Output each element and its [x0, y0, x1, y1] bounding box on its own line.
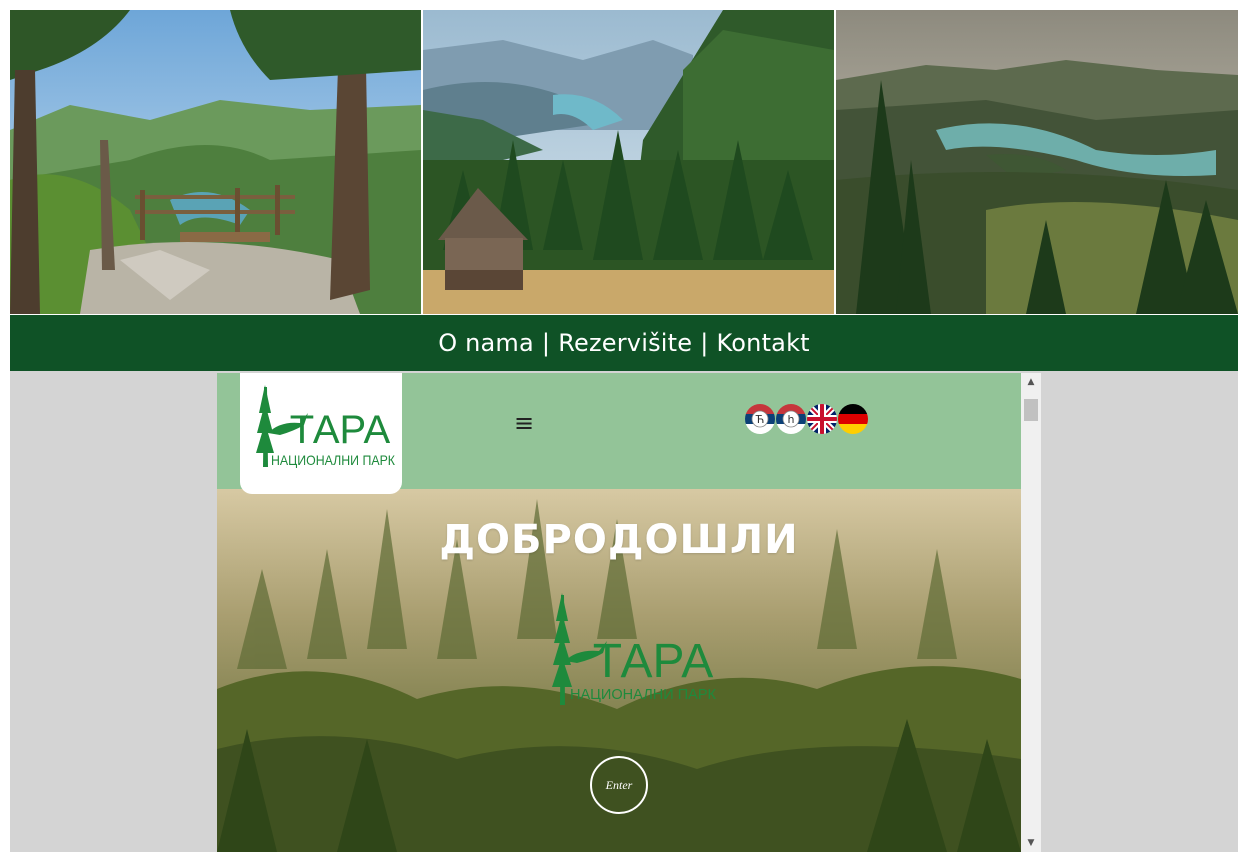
nav-link-reserve[interactable]: Rezervišite — [558, 329, 692, 357]
nav-link-contact[interactable]: Kontakt — [717, 329, 810, 357]
nav-link-about[interactable]: O nama — [438, 329, 534, 357]
serbian-cyrillic-flag-icon[interactable]: Ћ — [745, 404, 775, 434]
hero-section: ДОБРОДОШЛИ ТАРА НАЦИОНАЛНИ ПАРК Enter — [217, 489, 1021, 852]
hero-title: ДОБРОДОШЛИ — [439, 517, 799, 563]
uk-flag-icon[interactable] — [807, 404, 837, 434]
language-switcher: Ћ h — [745, 404, 868, 434]
logo-subtitle: НАЦИОНАЛНИ ПАРК — [271, 452, 396, 468]
german-flag-icon[interactable] — [838, 404, 868, 434]
embedded-site-frame: ≡ Ћ h ТАРА НАЦИОНАЛНИ ПАРК ДОБРОДОШЛИ ТА… — [217, 373, 1041, 852]
flag-badge: Ћ — [755, 413, 765, 426]
photo-viewpoint — [10, 10, 421, 314]
logo-title: ТАРА — [290, 408, 391, 452]
scroll-down-arrow-icon[interactable]: ▼ — [1021, 834, 1041, 852]
page: O nama | Rezervišite | Kontakt ≡ Ћ h ТАР… — [0, 0, 1238, 852]
nav-separator: | — [700, 329, 709, 357]
enter-button[interactable]: Enter — [590, 756, 648, 814]
vertical-scrollbar[interactable]: ▲ ▼ — [1021, 373, 1041, 852]
hero-logo: ТАРА НАЦИОНАЛНИ ПАРК — [552, 593, 716, 705]
top-nav-bar: O nama | Rezervišite | Kontakt — [10, 315, 1238, 371]
serbian-latin-flag-icon[interactable]: h — [776, 404, 806, 434]
photo-strip — [10, 10, 1238, 314]
logo-link[interactable]: ТАРА НАЦИОНАЛНИ ПАРК — [240, 373, 402, 494]
scroll-up-arrow-icon[interactable]: ▲ — [1021, 373, 1041, 391]
scroll-thumb[interactable] — [1024, 399, 1038, 421]
flag-badge: h — [788, 413, 795, 426]
hero-logo-subtitle: НАЦИОНАЛНИ ПАРК — [570, 686, 716, 703]
nav-separator: | — [541, 329, 551, 357]
photo-hut — [423, 10, 834, 314]
hero-logo-title: ТАРА — [593, 635, 714, 688]
hamburger-icon[interactable]: ≡ — [514, 409, 534, 437]
photo-lake — [836, 10, 1238, 314]
